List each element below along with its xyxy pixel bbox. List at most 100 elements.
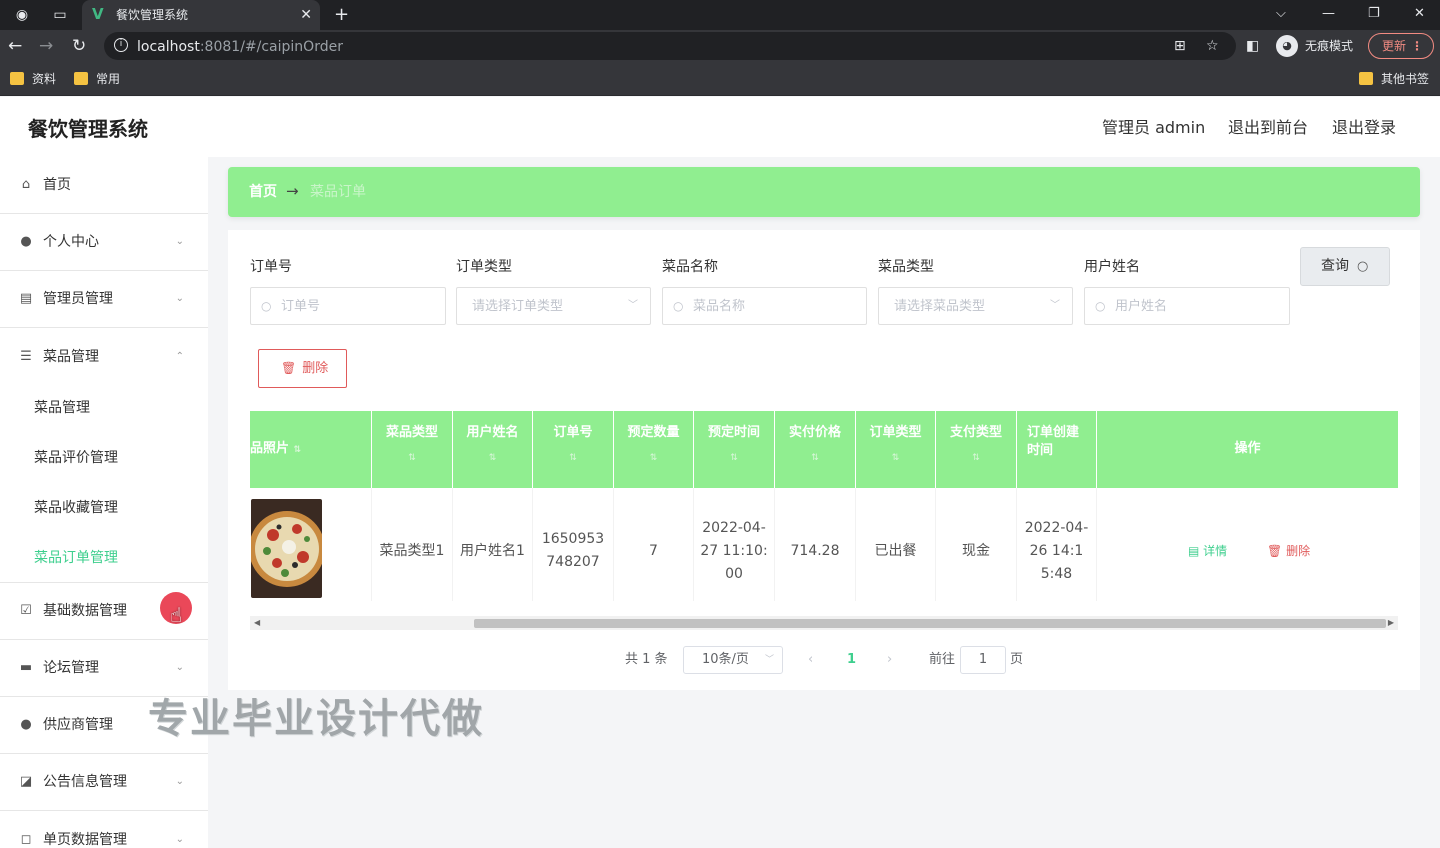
price-cell: 714.28 <box>775 488 856 601</box>
order-no-input[interactable]: ○ 订单号 <box>250 287 446 325</box>
sidebar-item-single-page[interactable]: ◻ 单页数据管理 ⌄ <box>0 811 208 848</box>
reload-icon[interactable]: ↻ <box>72 36 86 56</box>
sort-icon: ⇅ <box>649 453 658 463</box>
search-icon: ○ <box>673 299 684 313</box>
prev-page-icon[interactable]: ‹ <box>808 646 813 674</box>
sort-icon: ⇅ <box>730 453 738 463</box>
other-bookmarks[interactable]: 其他书签 <box>1359 71 1429 87</box>
app-header: 餐饮管理系统 管理员 admin 退出到前台 退出登录 <box>0 97 1440 157</box>
search-icon: ○ <box>1095 299 1106 313</box>
more-menu-icon[interactable]: ⋮ <box>1411 34 1423 58</box>
sidebar-item-forum[interactable]: ▬ 论坛管理 ⌄ <box>0 640 208 697</box>
update-button[interactable]: 更新 ⋮ <box>1368 33 1434 59</box>
horizontal-scrollbar[interactable]: ◀ ▶ <box>250 616 1398 630</box>
admin-label: 管理员 admin <box>1102 118 1206 137</box>
scroll-left-icon[interactable]: ◀ <box>254 616 260 630</box>
column-header[interactable]: 订单创建时间 <box>1017 411 1097 488</box>
column-header[interactable]: 订单号 ⇅ <box>533 411 614 488</box>
sort-icon: ⇅ <box>811 453 819 463</box>
query-button[interactable]: 查询 ○ <box>1300 247 1390 286</box>
user-name-input[interactable]: ○ 用户姓名 <box>1084 287 1290 325</box>
bookmark-folder[interactable]: 资料 <box>10 71 56 87</box>
dish-name-input[interactable]: ○ 菜品名称 <box>662 287 867 325</box>
main-card: 订单号 ○ 订单号 订单类型 请选择订单类型 ﹀ 菜品名称 ○ 菜品名称 菜品类… <box>228 230 1420 690</box>
browser-menu-icon[interactable]: ◉ <box>12 5 32 25</box>
incognito-icon: ◕ <box>1276 35 1298 57</box>
sidebar-subitem-dish-order[interactable]: 菜品订单管理 <box>0 533 208 583</box>
batch-delete-button[interactable]: 🗑 删除 <box>258 349 347 388</box>
placeholder: 请选择订单类型 <box>472 299 564 314</box>
sliders-icon: ☰ <box>20 348 32 364</box>
column-header[interactable]: 实付价格 ⇅ <box>775 411 856 488</box>
dish-type-label: 菜品类型 <box>878 259 934 275</box>
order-type-select[interactable]: 请选择订单类型 ﹀ <box>456 287 651 325</box>
sidebar-item-admin-manage[interactable]: ▤ 管理员管理 ⌄ <box>0 271 208 328</box>
scrollbar-thumb[interactable] <box>474 619 1386 628</box>
chevron-down-icon: ⌄ <box>175 776 184 787</box>
translate-icon[interactable]: ⊞ <box>1174 38 1186 54</box>
search-icon: ○ <box>261 299 272 313</box>
pay-type-cell: 现金 <box>936 488 1017 601</box>
dish-name-label: 菜品名称 <box>662 259 718 275</box>
trash-icon: 🗑 <box>1267 544 1287 558</box>
back-icon[interactable]: ← <box>8 36 22 56</box>
new-tab-icon[interactable]: + <box>334 3 349 27</box>
column-header[interactable]: 预定数量 ⇅ <box>614 411 694 488</box>
column-header[interactable]: 品照片 ⇅ <box>250 411 372 488</box>
row-delete-link[interactable]: 🗑 删除 <box>1267 544 1310 558</box>
next-page-icon[interactable]: › <box>887 646 892 674</box>
sidebar-subitem-dish-review[interactable]: 菜品评价管理 <box>0 433 208 483</box>
chevron-down-icon: ⌄ <box>175 833 184 845</box>
breadcrumb: 首页 → 菜品订单 <box>228 167 1420 217</box>
user-name-label: 用户姓名 <box>1084 259 1140 275</box>
sidebar-item-personal-center[interactable]: ● 个人中心 ⌄ <box>0 214 208 271</box>
tab-close-icon[interactable]: ✕ <box>300 5 312 25</box>
sidebar-subitem-dish[interactable]: 菜品管理 <box>0 383 208 433</box>
sidebar-item-notice[interactable]: ◪ 公告信息管理 ⌄ <box>0 754 208 811</box>
page-number[interactable]: 1 <box>847 646 856 674</box>
tab-search-icon[interactable]: ⌵ <box>1276 4 1286 24</box>
sort-icon: ⇅ <box>408 453 416 463</box>
minimize-icon[interactable]: — <box>1322 4 1335 24</box>
back-to-front-link[interactable]: 退出到前台 <box>1228 118 1308 138</box>
sidebar: ⌂ 首页 ● 个人中心 ⌄ ▤ 管理员管理 ⌄ ☰ 菜品管理 ⌃ 菜品管理 菜品… <box>0 157 208 848</box>
column-header: 操作 <box>1234 441 1261 456</box>
scroll-right-icon[interactable]: ▶ <box>1388 616 1394 630</box>
dish-type-select[interactable]: 请选择菜品类型 ﹀ <box>878 287 1073 325</box>
sort-icon: ⇅ <box>891 453 900 463</box>
sidebar-item-label: 公告信息管理 <box>43 774 127 790</box>
restore-icon[interactable]: ❐ <box>1368 4 1380 24</box>
browser-tab[interactable]: V 餐饮管理系统 ✕ <box>82 0 320 30</box>
placeholder: 菜品名称 <box>693 299 746 314</box>
omnibox[interactable]: i localhost:8081/#/caipinOrder ⊞ ☆ <box>104 32 1236 60</box>
detail-link[interactable]: ▤ 详情 <box>1188 544 1227 558</box>
side-panel-icon[interactable]: ◧ <box>1246 36 1259 56</box>
window-close-icon[interactable]: ✕ <box>1414 4 1425 24</box>
logout-link[interactable]: 退出登录 <box>1332 118 1396 138</box>
sidebar-subitem-label: 菜品管理 <box>34 400 90 416</box>
column-header[interactable]: 菜品类型 ⇅ <box>372 411 453 488</box>
tab-overview-icon[interactable]: ▭ <box>50 5 70 25</box>
quantity-cell: 7 <box>614 488 694 601</box>
column-header[interactable]: 用户姓名 ⇅ <box>453 411 533 488</box>
url-text[interactable]: localhost:8081/#/caipinOrder <box>137 39 343 55</box>
sidebar-subitem-label: 菜品评价管理 <box>34 450 118 466</box>
page-size-select[interactable]: 10条/页 ﹀ <box>683 646 783 674</box>
site-info-icon[interactable]: i <box>114 38 128 52</box>
bookmark-folder[interactable]: 常用 <box>74 71 120 87</box>
dish-photo[interactable] <box>251 499 322 598</box>
forward-icon[interactable]: → <box>39 36 53 56</box>
bookmark-star-icon[interactable]: ☆ <box>1206 38 1219 54</box>
sidebar-item-home[interactable]: ⌂ 首页 <box>0 157 208 214</box>
sidebar-item-dish-manage[interactable]: ☰ 菜品管理 ⌃ <box>0 328 208 385</box>
goto-page-input[interactable]: 1 <box>960 646 1006 674</box>
breadcrumb-home[interactable]: 首页 <box>249 183 277 201</box>
watermark-text: 专业毕业设计代做 <box>148 696 484 742</box>
column-header[interactable]: 订单类型 ⇅ <box>856 411 936 488</box>
column-header[interactable]: 支付类型 ⇅ <box>936 411 1017 488</box>
query-label: 查询 <box>1321 258 1349 274</box>
sidebar-subitem-dish-favorite[interactable]: 菜品收藏管理 <box>0 483 208 533</box>
column-header[interactable]: 预定时间 ⇅ <box>694 411 775 488</box>
sidebar-item-label: 首页 <box>43 177 71 193</box>
vue-logo-icon: V <box>92 5 104 23</box>
